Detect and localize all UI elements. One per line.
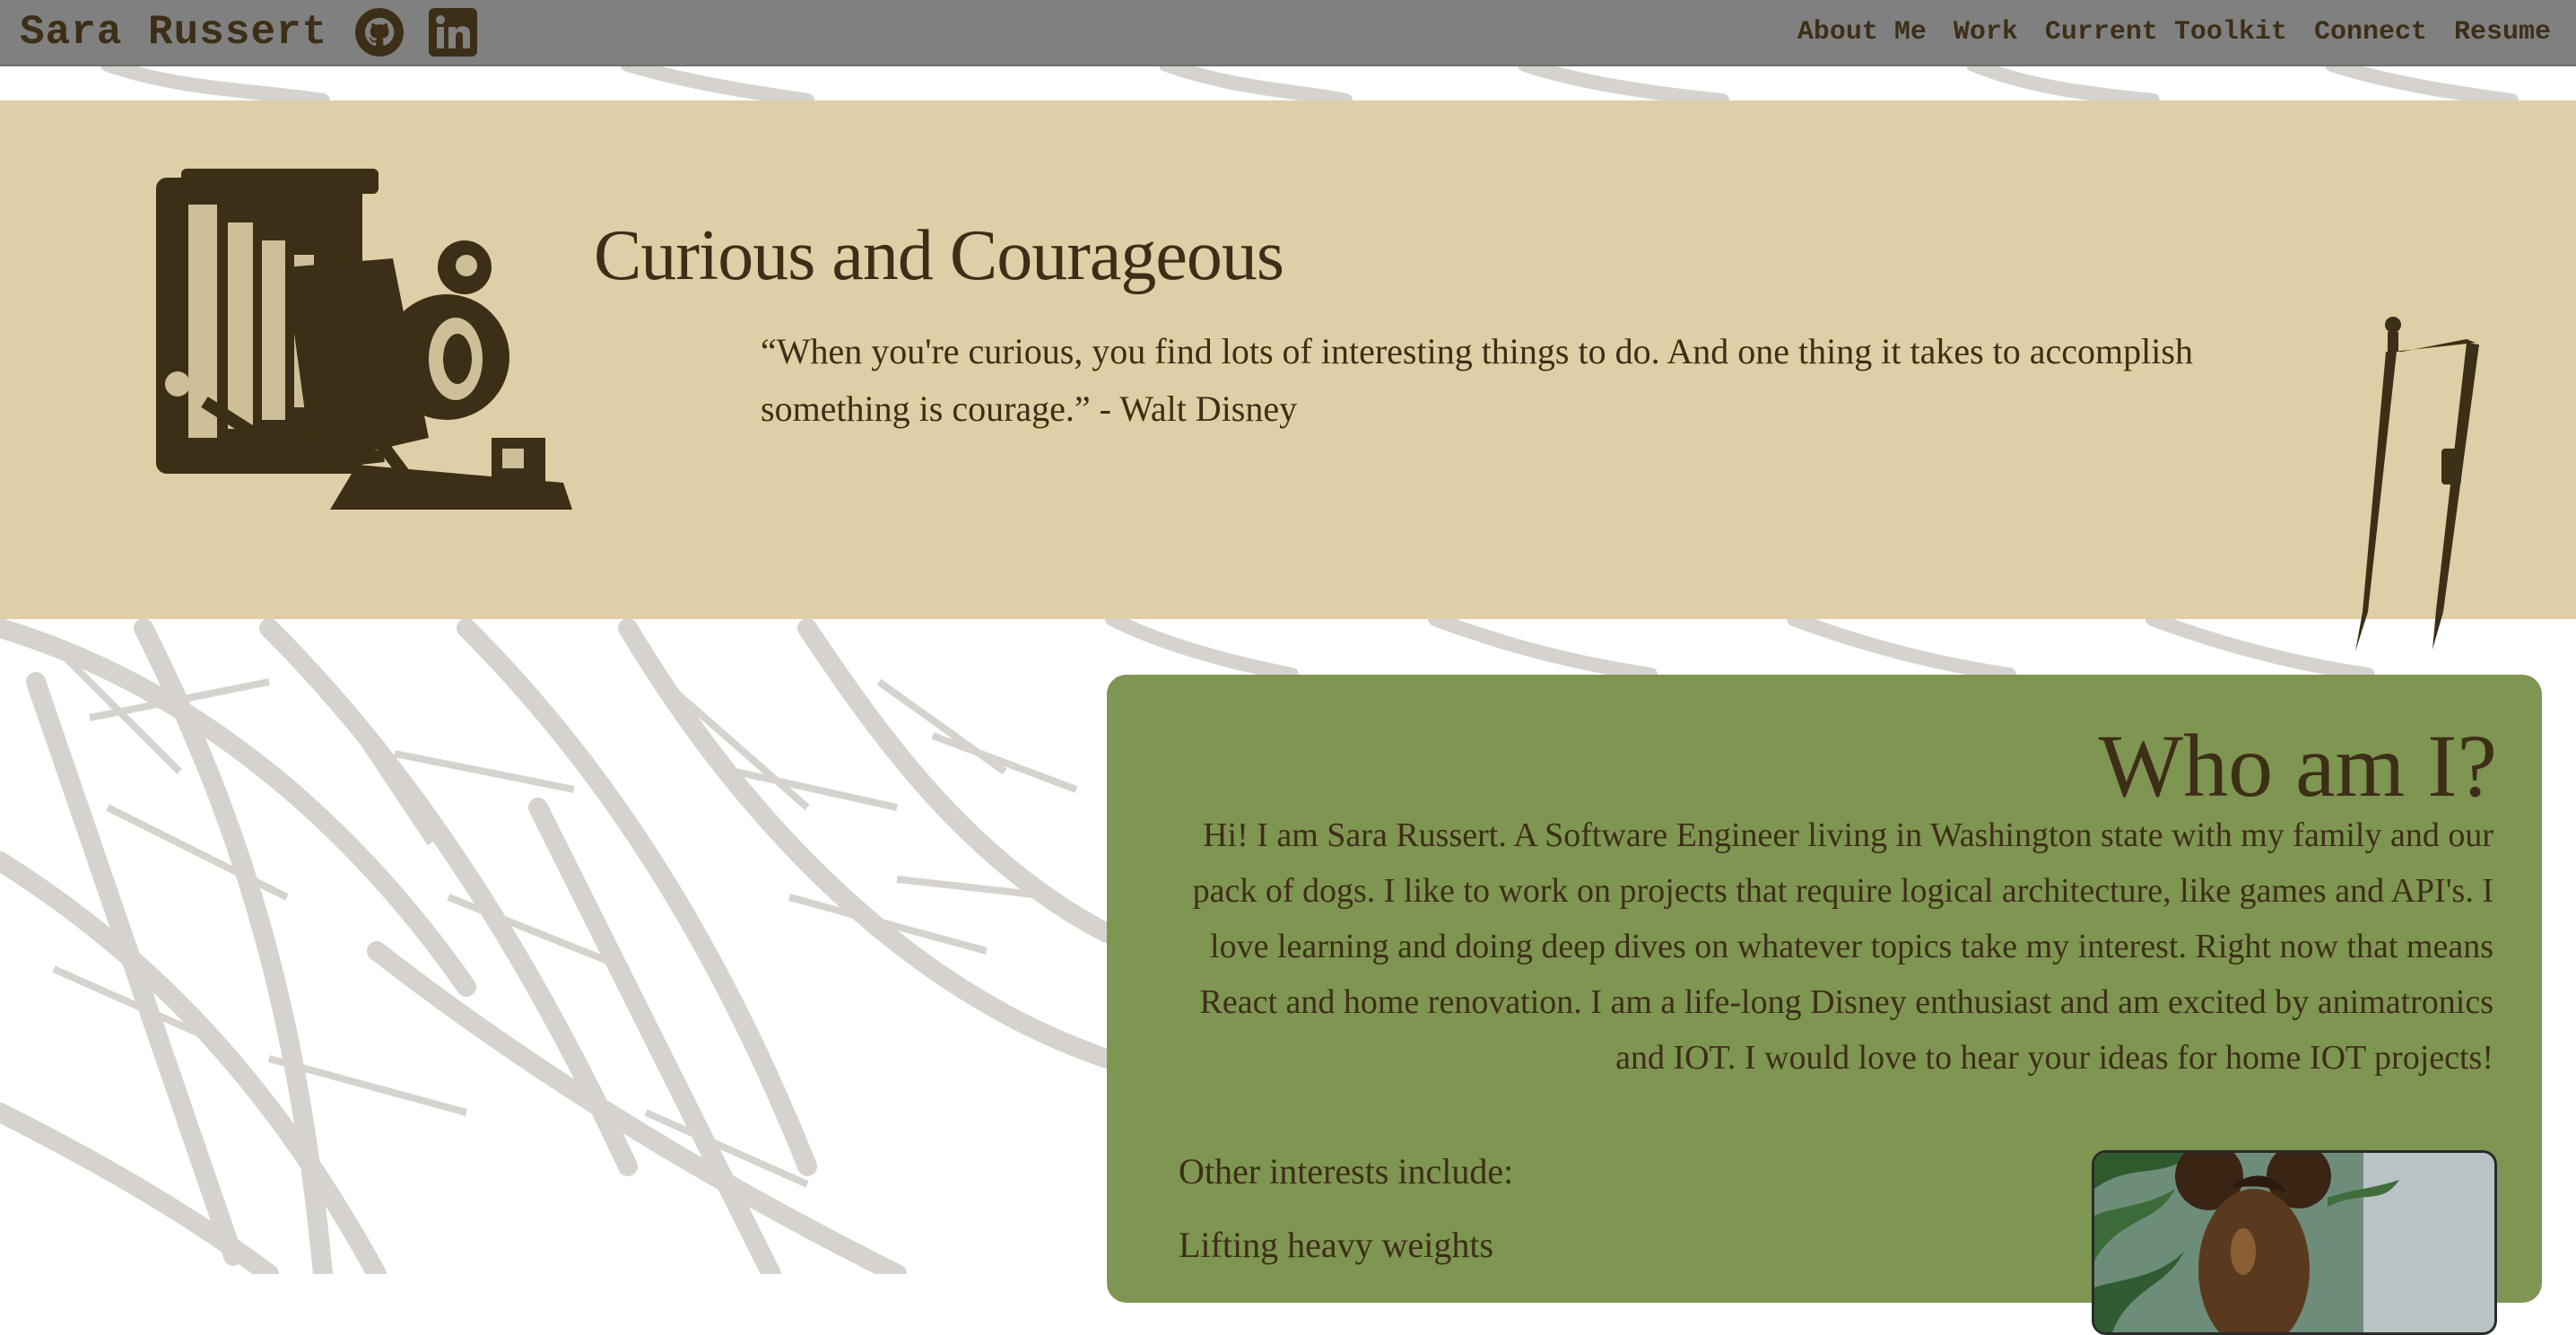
interest-item: Lifting heavy weights (1179, 1225, 1494, 1265)
interests-heading: Other interests include: (1179, 1151, 1514, 1191)
nav-link-connect[interactable]: Connect (2314, 17, 2427, 48)
site-brand[interactable]: Sara Russert (20, 9, 327, 56)
hero-title: Curious and Courageous (594, 216, 1284, 295)
hero-quote: “When you're curious, you find lots of i… (761, 331, 2193, 429)
about-title: Who am I? (2098, 716, 2497, 816)
about-body: Hi! I am Sara Russert. A Software Engine… (1192, 816, 2493, 1077)
hero-banner: Curious and Courageous “When you're curi… (0, 100, 2576, 651)
profile-photo (2092, 1150, 2497, 1335)
linkedin-icon[interactable] (428, 7, 478, 57)
about-card: Who am I? Hi! I am Sara Russert. A Softw… (1107, 675, 2542, 1335)
nav-link-about-me[interactable]: About Me (1797, 17, 1927, 48)
nav-link-work[interactable]: Work (1954, 17, 2018, 48)
nav-link-current-toolkit[interactable]: Current Toolkit (2045, 17, 2287, 48)
top-navbar: Sara Russert About Me Work Current Toolk… (0, 0, 2576, 66)
main-nav: About Me Work Current Toolkit Connect Re… (1797, 0, 2551, 65)
nav-link-resume[interactable]: Resume (2454, 17, 2551, 48)
vintage-camera-illustration (156, 169, 572, 510)
github-icon[interactable] (354, 7, 405, 57)
drafting-compass-illustration (2355, 317, 2479, 651)
